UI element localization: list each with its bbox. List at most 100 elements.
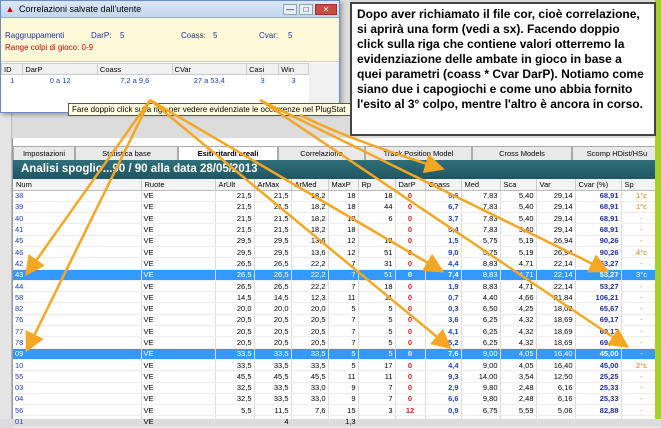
grid-cell: 7: [358, 393, 396, 406]
table-row[interactable]: 78 VE 20,5 20,5 20,5 7 5 0 5,2 6,25 4,32 18,69 69,17…: [13, 336, 661, 349]
dialog-col-header-win[interactable]: Win: [278, 63, 309, 75]
grid-cell: 39: [13, 201, 142, 214]
tab-correlazione[interactable]: Correlazione: [278, 146, 365, 160]
grid-cell: 18: [328, 190, 359, 202]
maximize-button[interactable]: □: [299, 3, 313, 15]
grid-cell: 18: [358, 280, 396, 293]
grid-cell: 0: [395, 235, 426, 247]
plugstat-window: Impostazioni Statistica base Esiti ritardi…: [12, 138, 661, 428]
col-header-armax[interactable]: ArMax: [254, 179, 292, 191]
table-row[interactable]: 45 VE 29,5 29,5 13,6 12 12 0 1,5 5,75 5,19 26,94 90,…: [13, 235, 661, 247]
grid-cell: 33,0: [291, 382, 329, 394]
table-row[interactable]: 04 VE 32,5 33,5 33,0 9 7 0 6,6 9,80 2,48 6,16 25,33-: [13, 393, 661, 406]
table-row[interactable]: 41 VE 21,5 21,5 18,2 18 0 5,4 7,83 5,40 29,14 68,91…: [13, 223, 661, 236]
col-header-num[interactable]: Num: [13, 179, 142, 191]
table-row[interactable]: 03 VE 32,5 33,5 33,0 9 7 0 2,9 9,80 2,48 6,16 25,33-: [13, 382, 661, 394]
grid-cell: 5,06: [536, 404, 576, 417]
col-header-ruote[interactable]: Ruote: [141, 179, 216, 191]
grid-cell: 9,80: [461, 382, 501, 394]
table-row[interactable]: 42 VE 26,5 26,5 22,2 7 31 0 4,4 8,83 4,71 22,14 53,2…: [13, 257, 661, 270]
grid-header-row: Num Ruote ArUlt ArMax ArMed MaxP Rp DarP Coass Me…: [13, 179, 661, 191]
col-header-darp[interactable]: DarP: [395, 179, 426, 191]
grid-cell: 7,4: [425, 269, 462, 281]
grid-cell: 7: [358, 382, 396, 394]
col-header-rp[interactable]: Rp: [358, 179, 396, 191]
grid-cell: 4,32: [500, 336, 537, 349]
cvar-label: Cvar:: [259, 31, 279, 40]
grid-cell: 32,5: [215, 382, 255, 394]
grid-cell: 6,16: [536, 393, 576, 406]
tab-statistica-base[interactable]: Statistica base: [75, 146, 178, 160]
grid-cell: 26,5: [215, 280, 255, 293]
grid-cell: 76: [13, 314, 142, 327]
grid-cell: 9,0: [425, 246, 462, 259]
dialog-col-header-id[interactable]: ID: [0, 63, 24, 75]
col-header-armed[interactable]: ArMed: [291, 179, 329, 191]
col-header-cvar-[interactable]: Cvar (%): [575, 179, 622, 191]
tab-esiti-ritardi-areali[interactable]: Esiti ritardi areali: [178, 146, 278, 160]
grid-cell: 26,5: [215, 257, 255, 270]
tab-impostazioni[interactable]: Impostazioni: [13, 146, 75, 160]
grid-cell: 4,4: [425, 359, 462, 372]
table-row[interactable]: 82 VE 20,0 20,0 20,0 5 5 0 0,3 6,50 4,25 18,08 65,67…: [13, 302, 661, 315]
dialog-titlebar[interactable]: ▲ Correlazioni salvate dall'utente — □ ✕: [1, 1, 339, 18]
minimize-button[interactable]: —: [283, 3, 297, 15]
dialog-col-header-coass[interactable]: Coass: [96, 63, 173, 75]
table-row[interactable]: 40 VE 21,5 21,5 18,2 18 6 0 3,7 7,83 5,40 29,14 68,9…: [13, 212, 661, 225]
grid-cell: 55: [13, 370, 142, 383]
grid-cell: 11: [358, 291, 396, 304]
correlation-cell: 3: [260, 75, 265, 85]
grid-cell: 45,00: [575, 359, 622, 372]
dialog-col-header-darp[interactable]: DarP: [22, 63, 98, 75]
app-icon: ▲: [5, 4, 15, 14]
grid-cell: 29,5: [215, 246, 255, 259]
correlation-row[interactable]: 1 0 a 12 7,2 a 9,6 27 a 53,4 3 3: [2, 75, 309, 86]
grid-cell: 20,5: [291, 336, 329, 349]
table-row[interactable]: 38 VE 21,5 21,5 18,2 18 18 0 5,6 7,83 5,40 29,14 68,…: [13, 190, 661, 202]
grid-cell: VE: [141, 336, 216, 349]
grid-cell: 22,2: [291, 257, 329, 270]
grid-cell: 20,0: [254, 302, 292, 315]
grid-cell: 4,71: [500, 269, 537, 281]
close-button[interactable]: ✕: [315, 3, 337, 15]
table-row[interactable]: 09 VE 33,5 33,5 33,5 5 5 0 7,6 9,00 4,05 16,40 45,00…: [13, 348, 661, 360]
results-grid: Num Ruote ArUlt ArMax ArMed MaxP Rp DarP Coass Me…: [13, 179, 661, 428]
grid-cell: VE: [141, 370, 216, 383]
grid-cell: 3: [358, 404, 396, 417]
table-row[interactable]: 76 VE 20,5 20,5 20,5 7 5 0 3,6 6,25 4,32 18,69 69,17…: [13, 314, 661, 327]
grid-cell: 45,00: [575, 348, 622, 360]
grid-cell: 14,5: [254, 291, 292, 304]
table-row[interactable]: 56 VE 5,5 11,5 7,6 15 3 12 0,9 6,75 5,59 5,06 82,88-: [13, 404, 661, 417]
grid-cell: 20,5: [291, 325, 329, 338]
col-header-var[interactable]: Var: [536, 179, 576, 191]
col-header-arult[interactable]: ArUlt: [215, 179, 255, 191]
grid-cell: 58: [13, 291, 142, 304]
grid-cell: 29,14: [536, 201, 576, 214]
table-row[interactable]: 10 VE 33,5 33,5 33,5 5 17 0 4,4 9,00 4,05 16,40 45,0…: [13, 359, 661, 372]
grid-cell: 90,26: [575, 246, 622, 259]
table-row[interactable]: 58 VE 14,5 14,5 12,3 11 11 0 0,7 4,40 4,66 21,84 106…: [13, 291, 661, 304]
table-row[interactable]: 55 VE 45,5 45,5 45,5 11 11 0 9,3 14,00 3,54 12,50 25…: [13, 370, 661, 383]
tab-cross-models[interactable]: Cross Models: [472, 146, 572, 160]
col-header-sca[interactable]: Sca: [500, 179, 537, 191]
col-header-coass[interactable]: Coass: [425, 179, 462, 191]
grid-cell: 33,5: [291, 359, 329, 372]
tab-scomp-hdist-hsu[interactable]: Scomp HDist/HSu: [572, 146, 661, 160]
table-row[interactable]: 43 VE 26,5 26,5 22,2 7 51 0 7,4 8,83 4,71 22,14 53,2…: [13, 269, 661, 281]
table-row[interactable]: 01 VE 4 1,3: [13, 415, 661, 428]
col-header-med[interactable]: Med: [461, 179, 501, 191]
grid-cell: 29,5: [254, 235, 292, 247]
grid-cell: 31: [358, 257, 396, 270]
table-row[interactable]: 39 VE 21,5 21,5 18,2 18 44 0 6,7 7,83 5,40 29,14 68,…: [13, 201, 661, 214]
grid-cell: 11: [328, 370, 359, 383]
grid-cell: VE: [141, 280, 216, 293]
tab-track-position-model[interactable]: Track Position Model: [365, 146, 472, 160]
dialog-col-header-cvar[interactable]: CVar: [171, 63, 248, 75]
dialog-col-header-casi[interactable]: Casi: [246, 63, 280, 75]
table-row[interactable]: 77 VE 20,5 20,5 20,5 7 5 0 4,1 6,25 4,32 18,69 69,17…: [13, 325, 661, 338]
grid-cell: VE: [141, 257, 216, 270]
grid-cell: [575, 415, 622, 428]
col-header-maxp[interactable]: MaxP: [328, 179, 359, 191]
table-row[interactable]: 46 VE 29,5 29,5 13,6 12 51 0 9,0 5,75 5,19 26,94 90,…: [13, 246, 661, 259]
table-row[interactable]: 44 VE 26,5 26,5 22,2 7 18 0 1,9 8,83 4,71 22,14 53,2…: [13, 280, 661, 293]
